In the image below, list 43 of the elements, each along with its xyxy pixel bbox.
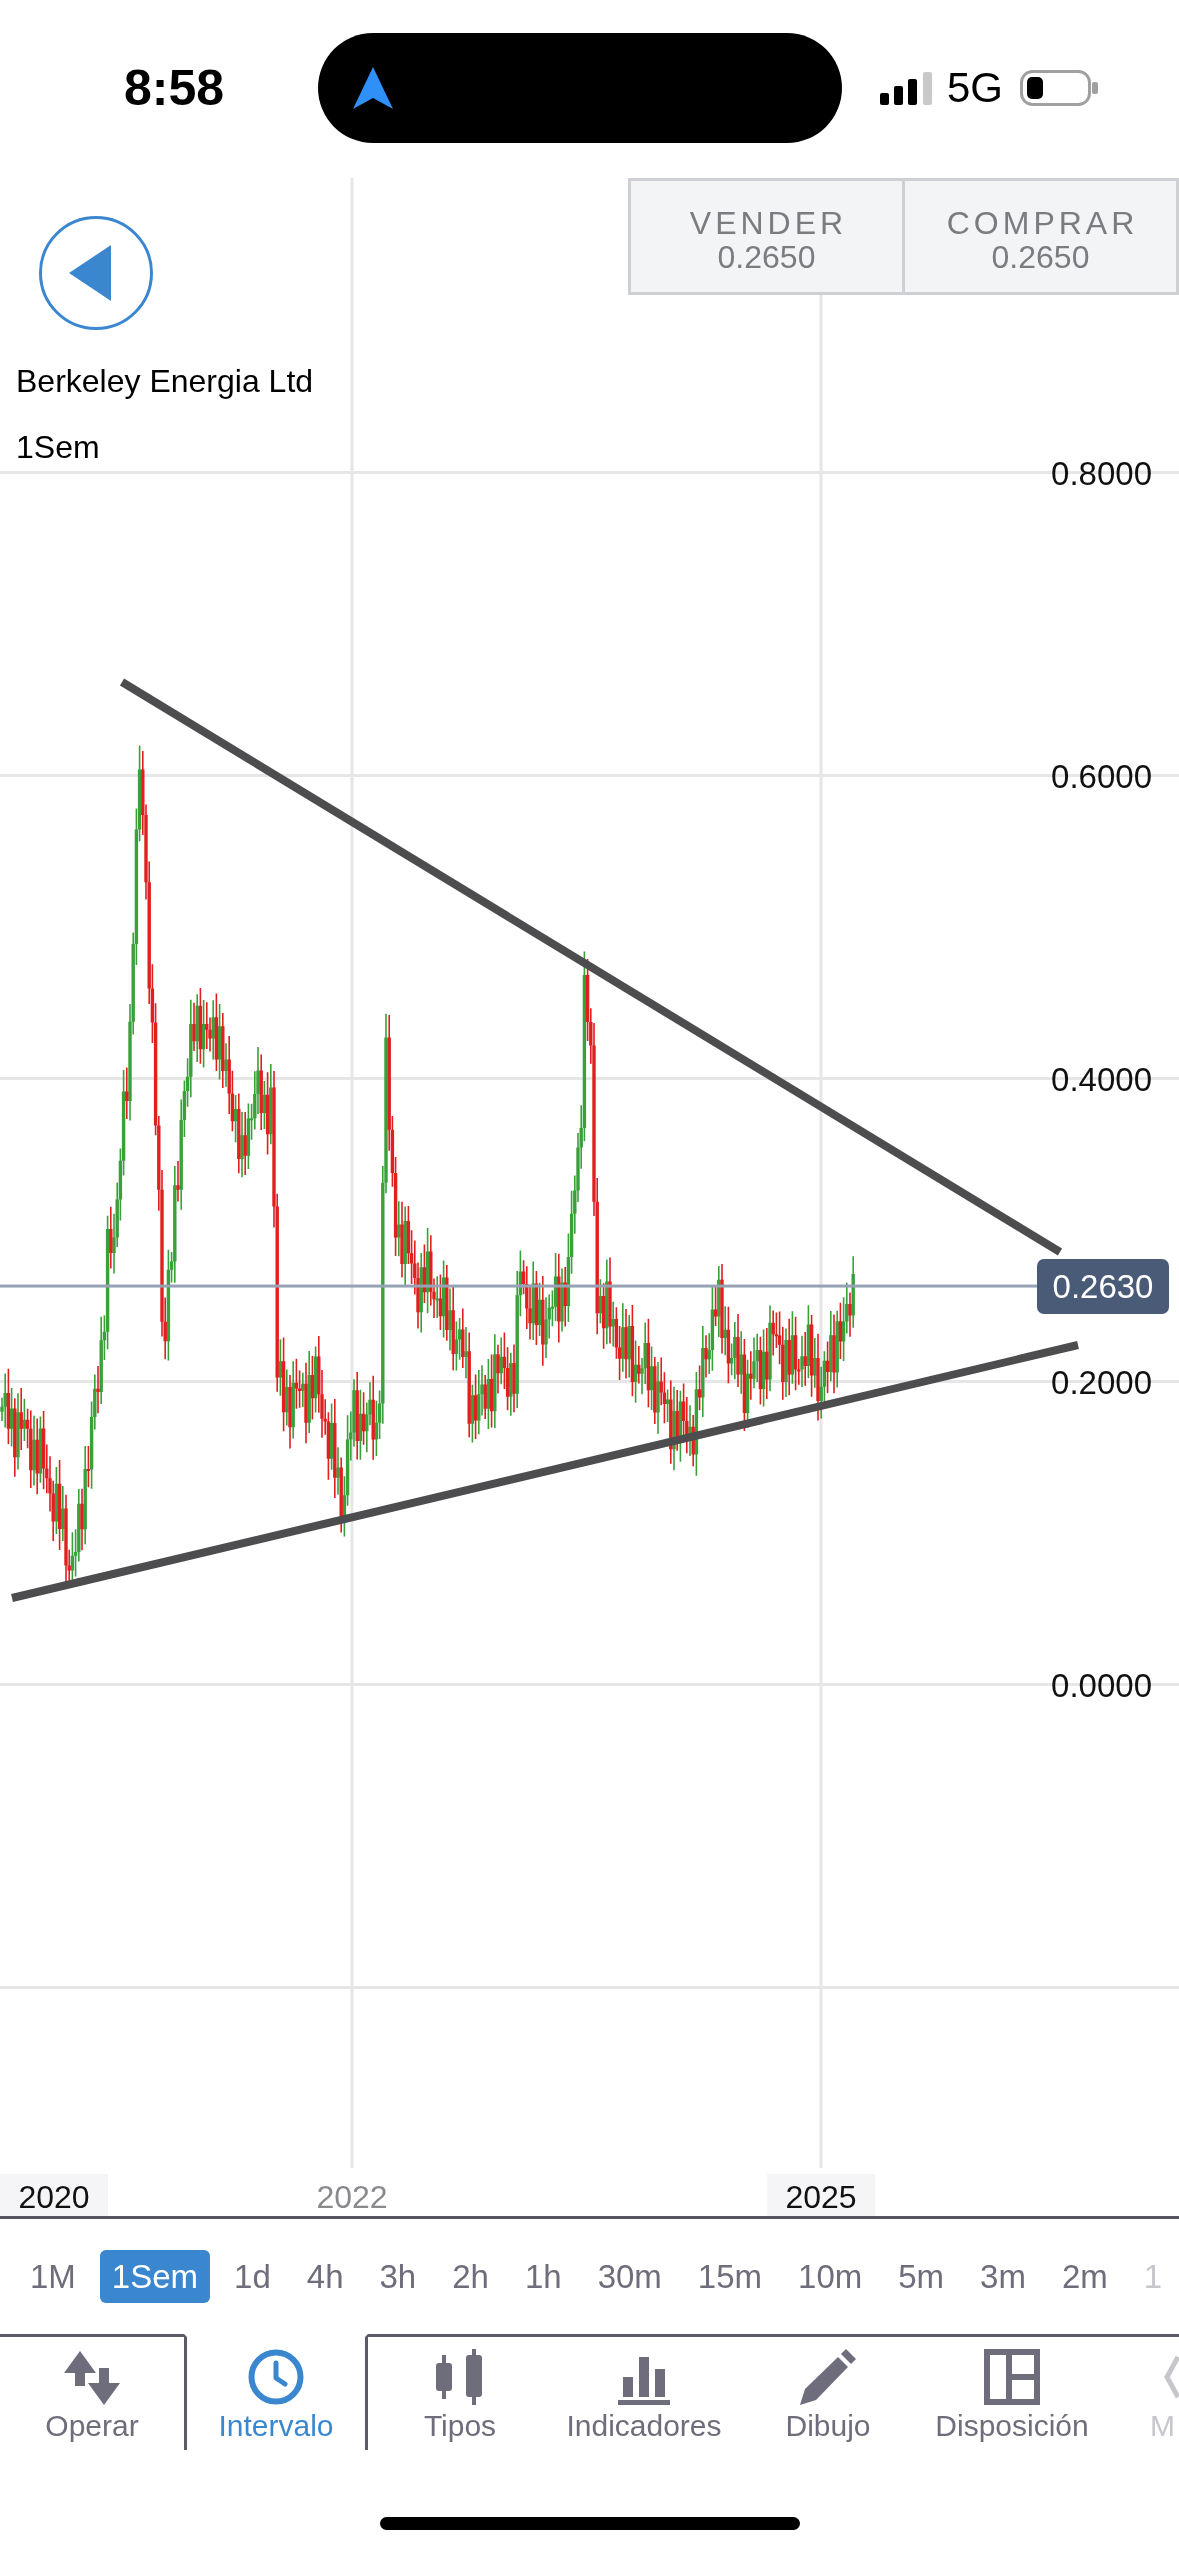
instrument-name: Berkeley Energia Ltd	[16, 362, 314, 400]
x-axis-label: 2022	[316, 2179, 388, 2215]
interval-option[interactable]: 1d	[222, 2250, 283, 2303]
interval-option[interactable]: 3m	[968, 2250, 1038, 2303]
pencil-icon	[800, 2349, 856, 2405]
interval-option[interactable]: 2h	[440, 2250, 501, 2303]
interval-option[interactable]: 1M	[18, 2250, 88, 2303]
last-price-tag: 0.2630	[1037, 1259, 1169, 1315]
network-label: 5G	[947, 67, 1004, 109]
interval-option[interactable]: 30m	[585, 2250, 674, 2303]
back-icon	[69, 245, 111, 301]
x-axis-label: 2020	[0, 2174, 108, 2216]
interval-option[interactable]: 4h	[294, 2250, 356, 2303]
interval-option[interactable]: 1h	[512, 2250, 574, 2303]
y-axis-label: 0.2000	[1051, 1363, 1152, 1401]
toolbar-tab[interactable]: Disposición	[920, 2334, 1104, 2450]
buy-button[interactable]: COMPRAR 0.2650	[905, 178, 1179, 295]
interval-option[interactable]: 2m	[1049, 2250, 1120, 2303]
y-axis-label: 0.4000	[1051, 1060, 1152, 1098]
interval-option[interactable]: 5m	[886, 2250, 957, 2303]
interval-label: 1Sem	[16, 428, 100, 466]
interval-option[interactable]: 3h	[367, 2250, 429, 2303]
navigation-arrow-icon	[353, 67, 393, 109]
y-axis-label: 0.0000	[1051, 1666, 1152, 1704]
toolbar-tab[interactable]: Dibujo	[736, 2334, 920, 2450]
layout-icon	[984, 2349, 1040, 2405]
interval-option[interactable]: 15m	[685, 2250, 775, 2303]
arrows-up-down-icon	[64, 2349, 120, 2405]
x-axis-label: 2025	[767, 2174, 875, 2216]
sell-button[interactable]: VENDER 0.2650	[628, 178, 905, 295]
toolbar-tab[interactable]: Indicadores	[552, 2334, 736, 2450]
interval-option[interactable]: 1Sem	[99, 2250, 211, 2303]
status-time: 8:58	[124, 63, 224, 113]
interval-option[interactable]: 10m	[786, 2250, 875, 2303]
y-axis-label: 0.8000	[1051, 454, 1152, 492]
battery-icon	[1020, 70, 1099, 106]
toolbar-tab[interactable]: Operar	[0, 2334, 184, 2450]
back-button[interactable]	[39, 216, 153, 330]
signal-icon	[880, 71, 932, 105]
toolbar-tab[interactable]: Intervalo	[184, 2334, 368, 2450]
clock-icon	[248, 2349, 304, 2405]
y-axis-label: 0.6000	[1051, 757, 1152, 795]
toolbar-tab[interactable]: Tipos	[368, 2334, 552, 2450]
